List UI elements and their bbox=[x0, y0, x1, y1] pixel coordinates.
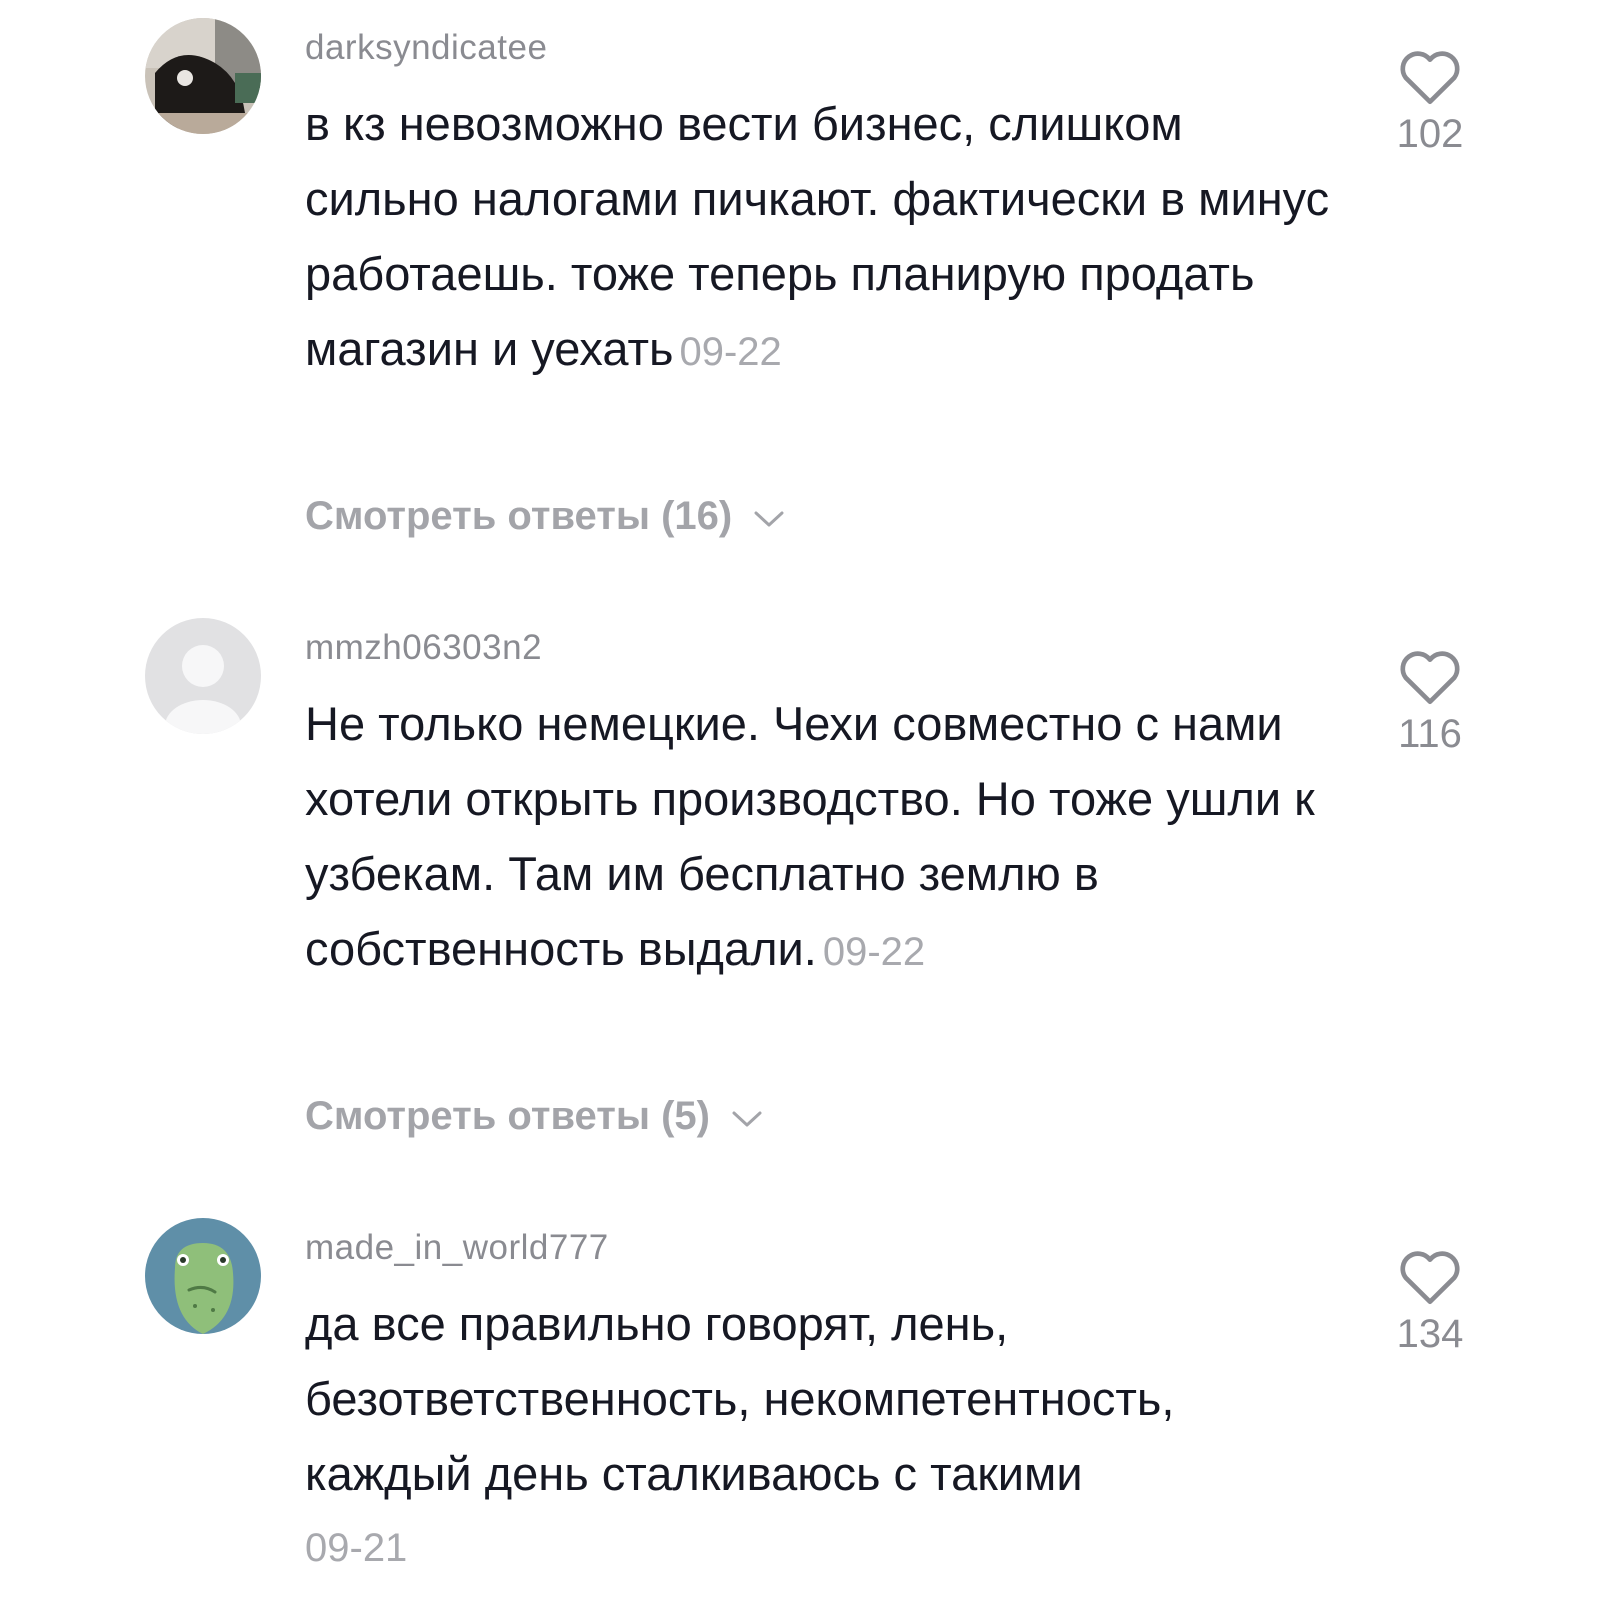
like-button[interactable]: 102 bbox=[1380, 48, 1480, 157]
view-replies-label: Смотреть ответы (5) bbox=[305, 1094, 710, 1138]
comment-text: в кз невозможно вести бизнес, слишком си… bbox=[305, 86, 1345, 390]
heart-outline-icon[interactable] bbox=[1397, 1248, 1463, 1306]
username[interactable]: darksyndicatee bbox=[305, 28, 547, 68]
heart-outline-icon[interactable] bbox=[1397, 48, 1463, 106]
avatar[interactable] bbox=[145, 1218, 261, 1334]
comment-body: да все правильно говорят, лень, безответ… bbox=[305, 1297, 1175, 1500]
comment-body: Не только немецкие. Чехи совместно с нам… bbox=[305, 697, 1315, 975]
comment-date: 09-21 bbox=[305, 1526, 408, 1570]
comment-text: Не только немецкие. Чехи совместно с нам… bbox=[305, 686, 1345, 990]
like-count: 134 bbox=[1396, 1312, 1464, 1356]
like-button[interactable]: 116 bbox=[1380, 648, 1480, 757]
comment-item: darksyndicatee в кз невозможно вести биз… bbox=[0, 18, 1599, 578]
chevron-down-icon bbox=[729, 1096, 765, 1141]
chevron-down-icon bbox=[751, 496, 787, 541]
comment-date: 09-22 bbox=[822, 930, 926, 974]
comment-text: да все правильно говорят, лень, безответ… bbox=[305, 1286, 1345, 1586]
view-replies-label: Смотреть ответы (16) bbox=[305, 494, 733, 538]
username[interactable]: made_in_world777 bbox=[305, 1228, 609, 1268]
avatar[interactable] bbox=[145, 18, 261, 134]
comment-date: 09-22 bbox=[679, 330, 782, 374]
heart-outline-icon[interactable] bbox=[1397, 648, 1463, 706]
avatar[interactable] bbox=[145, 618, 261, 734]
like-count: 102 bbox=[1396, 112, 1464, 156]
comment-item: made_in_world777 да все правильно говоря… bbox=[0, 1218, 1599, 1599]
comment-item: mmzh06303n2 Не только немецкие. Чехи сов… bbox=[0, 618, 1599, 1178]
view-replies-button[interactable]: Смотреть ответы (16) bbox=[305, 494, 787, 541]
view-replies-button[interactable]: Смотреть ответы (5) bbox=[305, 1094, 765, 1141]
like-count: 116 bbox=[1398, 712, 1462, 756]
comment-body: в кз невозможно вести бизнес, слишком си… bbox=[305, 97, 1330, 375]
username[interactable]: mmzh06303n2 bbox=[305, 628, 542, 668]
like-button[interactable]: 134 bbox=[1380, 1248, 1480, 1357]
